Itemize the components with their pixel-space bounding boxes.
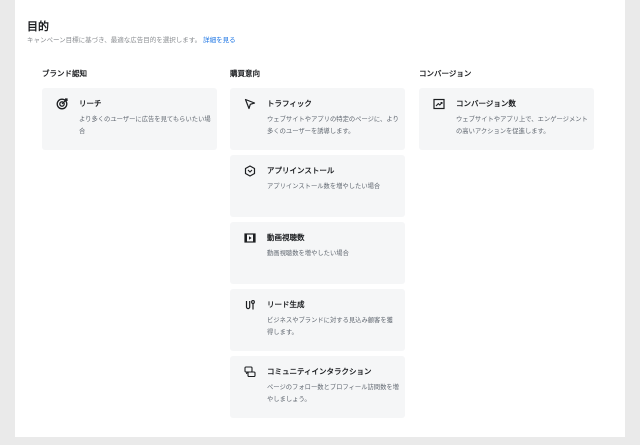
column-title-conversion: コンバージョン [419, 69, 472, 78]
page-title: 目的 [27, 20, 49, 33]
objective-card-community-interaction[interactable]: コミュニティインタラクション ページのフォロー数とプロフィール訪問数を増やしまし… [230, 356, 405, 418]
target-icon [56, 98, 68, 110]
card-title: トラフィック [267, 99, 312, 108]
chat-bubbles-icon [244, 366, 256, 378]
column-title-consideration: 購買意向 [230, 69, 260, 78]
card-title: リーチ [79, 99, 102, 108]
card-description: ウェブサイトやアプリの特定のページに、より多くのユーザーを誘導します。 [267, 116, 399, 135]
column-title-brand-awareness: ブランド認知 [42, 69, 87, 78]
objective-card-traffic[interactable]: トラフィック ウェブサイトやアプリの特定のページに、より多くのユーザーを誘導しま… [230, 88, 405, 150]
objective-card-conversions[interactable]: コンバージョン数 ウェブサイトやアプリ上で、エンゲージメントの高いアクションを促… [419, 88, 594, 150]
card-description: ページのフォロー数とプロフィール訪問数を増やしましょう。 [267, 384, 399, 403]
card-title: アプリインストール [267, 166, 335, 175]
card-description: 動画視聴数を増やしたい場合 [267, 250, 349, 257]
objective-card-video-views[interactable]: 動画視聴数 動画視聴数を増やしたい場合 [230, 222, 405, 284]
objective-card-lead-generation[interactable]: リード生成 ビジネスやブランドに対する見込み顧客を獲得します。 [230, 289, 405, 351]
card-title: コンバージョン数 [456, 99, 516, 108]
card-description: より多くのユーザーに広告を見てもらいたい場合 [79, 116, 211, 135]
cursor-icon [244, 98, 256, 110]
learn-more-link[interactable]: 詳細を見る [203, 36, 236, 44]
card-description: アプリインストール数を増やしたい場合 [267, 183, 381, 190]
objective-card-reach[interactable]: リーチ より多くのユーザーに広告を見てもらいたい場合 [42, 88, 217, 150]
subtitle-text: キャンペーン目標に基づき、最適な広告目的を選択します。 [27, 36, 202, 44]
card-title: 動画視聴数 [267, 233, 305, 242]
magnet-icon [244, 299, 256, 311]
app-cube-icon [244, 165, 256, 177]
card-description: ビジネスやブランドに対する見込み顧客を獲得します。 [267, 317, 393, 336]
page-subtitle: キャンペーン目標に基づき、最適な広告目的を選択します。 詳細を見る [27, 34, 236, 44]
card-title: リード生成 [267, 300, 305, 309]
film-icon [244, 232, 256, 244]
trend-chart-icon [433, 98, 445, 110]
card-title: コミュニティインタラクション [267, 367, 372, 376]
objective-card-app-installs[interactable]: アプリインストール アプリインストール数を増やしたい場合 [230, 155, 405, 217]
card-description: ウェブサイトやアプリ上で、エンゲージメントの高いアクションを促進します。 [456, 116, 588, 135]
